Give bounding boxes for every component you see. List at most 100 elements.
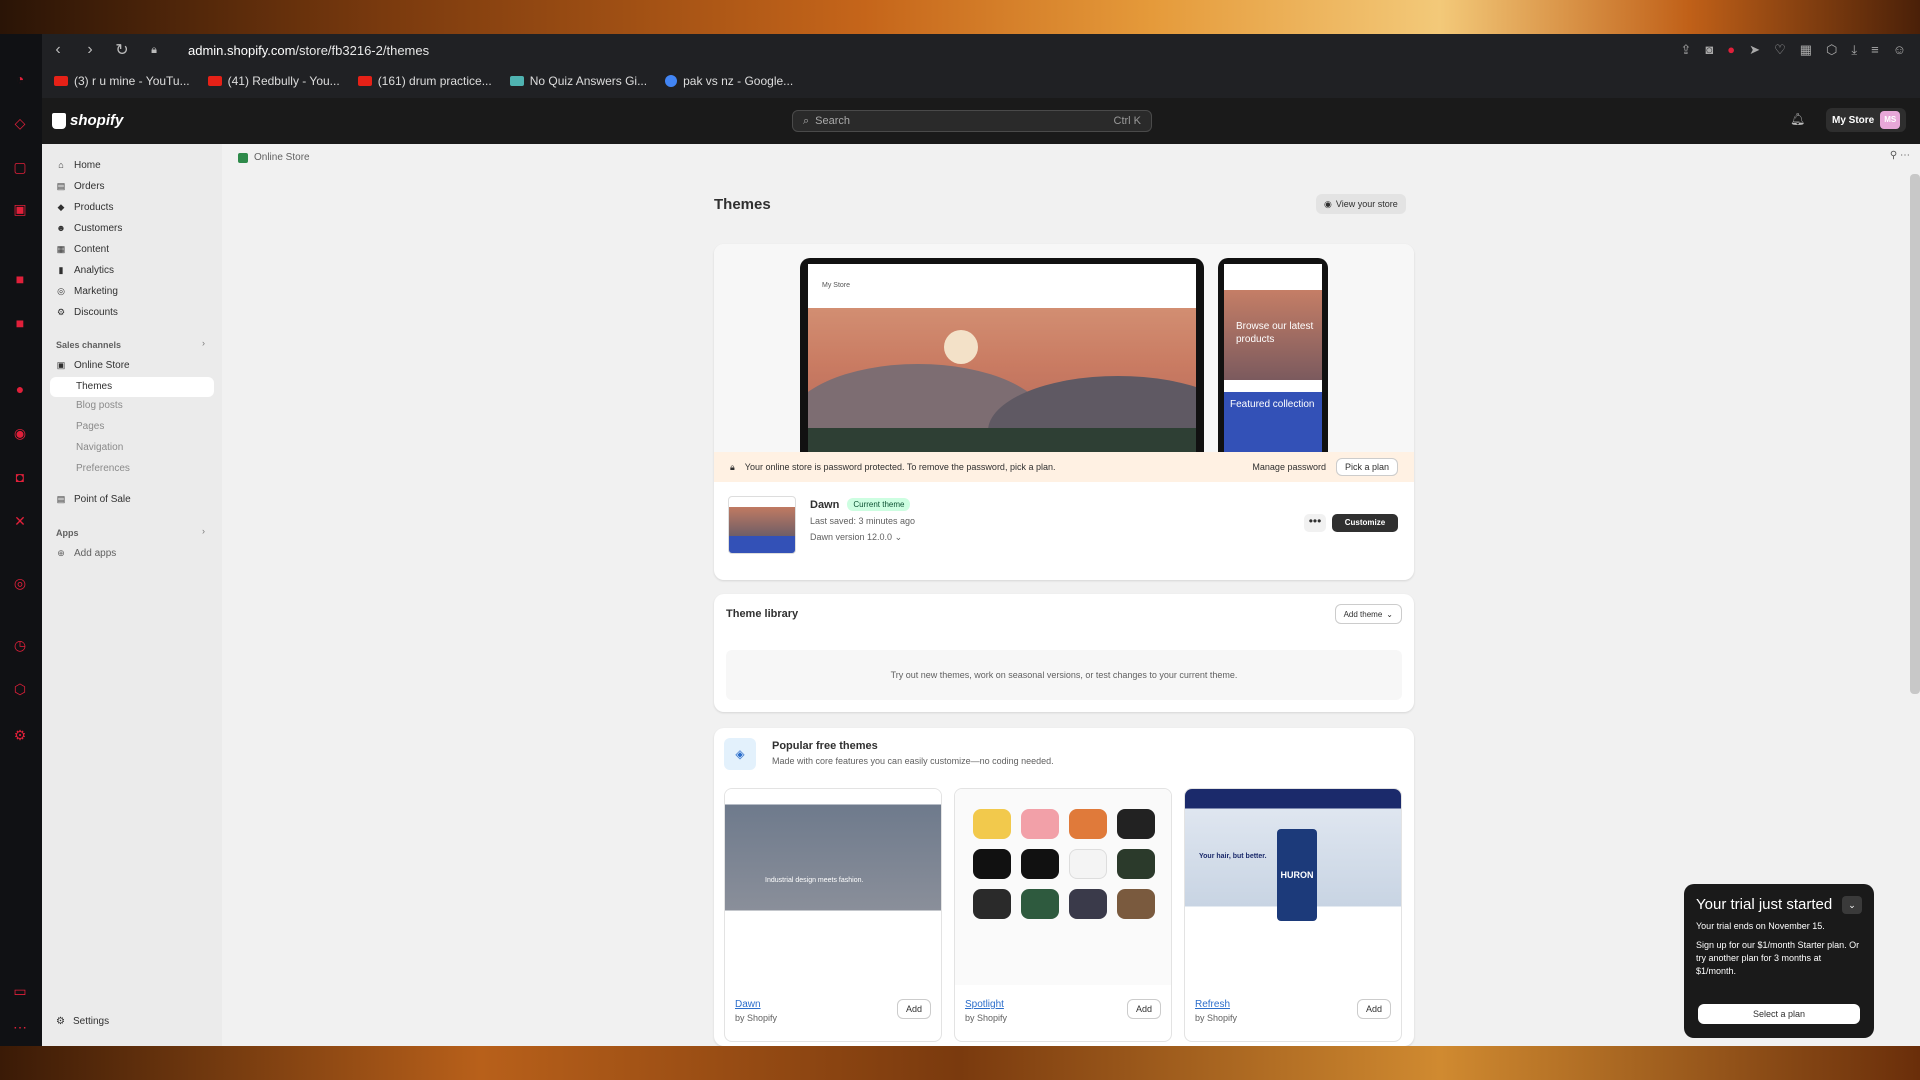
address-bar[interactable]: admin.shopify.com/store/fb3216-2/themes <box>188 43 429 58</box>
whatsapp-icon[interactable]: ◉ <box>11 424 29 442</box>
share-icon[interactable]: ⇪ <box>1681 42 1692 58</box>
sidebar-item-themes[interactable]: Themes <box>50 377 214 397</box>
theme-name-link[interactable]: Refresh <box>1195 999 1230 1010</box>
sidebar-item-marketing[interactable]: ◎ Marketing <box>56 282 118 300</box>
collapse-icon[interactable]: ⌄ <box>1842 896 1862 914</box>
shopping-icon[interactable]: ◇ <box>11 114 29 132</box>
sidebar-item-preferences[interactable]: Preferences <box>76 463 130 474</box>
store-menu[interactable]: My Store MS <box>1826 108 1907 132</box>
search-input[interactable]: ⌕ Search Ctrl K <box>792 110 1152 132</box>
sidebar-item-content[interactable]: ▦ Content <box>56 240 109 258</box>
sidebar-item-products[interactable]: ◆ Products <box>56 198 114 216</box>
scrollbar[interactable] <box>1910 174 1920 694</box>
instagram-icon[interactable]: ◘ <box>11 468 29 486</box>
add-theme-button[interactable]: Add <box>1126 999 1161 1019</box>
view-store-button[interactable]: ◉ View your store <box>1316 194 1406 214</box>
chevron-right-icon[interactable]: › <box>202 526 205 536</box>
pos-icon: ▤ <box>56 493 66 504</box>
theme-version-dropdown[interactable]: Dawn version 12.0.0 ⌄ <box>810 532 902 543</box>
theme-store-icon: ◈ <box>724 738 756 770</box>
heart-icon[interactable]: ♡ <box>1774 42 1786 58</box>
send-icon[interactable]: ➤ <box>1749 42 1760 58</box>
extensions-icon[interactable]: ⬡ <box>11 680 29 698</box>
profile-icon[interactable]: ☺ <box>1893 42 1906 58</box>
theme-card-spotlight[interactable]: Spotlight by Shopify Add <box>954 788 1172 1042</box>
cube-icon[interactable]: ⬡ <box>1826 42 1837 58</box>
chevron-right-icon[interactable]: › <box>202 338 205 348</box>
current-theme-row: Dawn Current theme Last saved: 3 minutes … <box>714 482 1414 580</box>
back-icon[interactable]: ‹ <box>42 41 74 59</box>
camera-icon[interactable]: ◙ <box>1705 42 1713 58</box>
theme-name-link[interactable]: Dawn <box>735 999 761 1010</box>
history-icon[interactable]: ◷ <box>11 636 29 654</box>
more-actions-icon[interactable]: ⚲ ⋯ <box>1890 150 1910 161</box>
last-saved: Last saved: 3 minutes ago <box>810 516 916 526</box>
menu-icon[interactable]: ≡ <box>1871 42 1879 58</box>
chevron-down-icon: ⌄ <box>1386 609 1393 619</box>
add-theme-button[interactable]: Add theme ⌄ <box>1334 604 1402 624</box>
more-icon[interactable]: ⋯ <box>11 1018 29 1036</box>
wallet-icon[interactable]: ▭ <box>11 982 29 1000</box>
vpn-icon[interactable]: ● <box>1727 42 1735 58</box>
opera-sidebar: ◔ ◇ ▢ ▣ ■ ■ ● ◉ ◘ ✕ ◎ ◷ ⬡ ⚙ ▭ ⋯ <box>0 34 42 1046</box>
sidebar-item-analytics[interactable]: ▮ Analytics <box>56 261 115 279</box>
add-theme-button[interactable]: Add <box>1356 999 1391 1019</box>
forward-icon[interactable]: › <box>74 41 106 59</box>
bell-icon[interactable]: 🔔︎ <box>1790 112 1805 126</box>
theme-name-link[interactable]: Spotlight <box>965 999 1004 1010</box>
theme-card-dawn[interactable]: Industrial design meets fashion. Dawn by… <box>724 788 942 1042</box>
calendar-icon[interactable]: ▣ <box>11 200 29 218</box>
shopify-logo[interactable]: shopify <box>52 112 123 129</box>
speed-dial-icon[interactable]: ◔ <box>11 70 29 88</box>
x-twitter-icon[interactable]: ✕ <box>11 512 29 530</box>
player-icon[interactable]: ◎ <box>11 574 29 592</box>
lock-icon: 🔒︎ <box>151 43 157 56</box>
tv-icon[interactable]: ■ <box>11 314 29 332</box>
select-plan-button[interactable]: Select a plan <box>1698 1004 1860 1024</box>
sidebar-item-point-of-sale[interactable]: ▤ Point of Sale <box>56 490 131 508</box>
sidebar-nav: ⌂ Home ▤ Orders ◆ Products ☻ Customers ▦ Cont… <box>42 144 222 1046</box>
bookmark[interactable]: (41) Redbully - You... <box>207 74 340 88</box>
avatar: MS <box>1880 111 1901 129</box>
sidebar-item-settings[interactable]: ⚙ Settings <box>56 1016 109 1027</box>
more-actions-button[interactable]: ••• <box>1304 514 1326 532</box>
sidebar-item-orders[interactable]: ▤ Orders <box>56 177 105 195</box>
messenger-icon[interactable]: ● <box>11 380 29 398</box>
reload-icon[interactable]: ↻ <box>106 40 138 60</box>
sidebar-item-home[interactable]: ⌂ Home <box>56 156 100 174</box>
eye-icon: ◉ <box>1324 198 1332 209</box>
bookmarks-bar: (3) r u mine - YouTu... (41) Redbully - … <box>42 70 793 92</box>
sales-channels-label[interactable]: Sales channels <box>56 340 121 350</box>
sidebar-item-customers[interactable]: ☻ Customers <box>56 219 122 237</box>
theme-card-refresh[interactable]: Your hair, but better. HURON Refresh by … <box>1184 788 1402 1042</box>
extension-icon[interactable]: ▦ <box>1800 42 1812 58</box>
theme-preview-image <box>955 789 1171 985</box>
sidebar-item-online-store[interactable]: ▣ Online Store <box>56 356 130 374</box>
settings-gear-icon[interactable]: ⚙ <box>11 726 29 744</box>
sidebar-item-discounts[interactable]: ⚙ Discounts <box>56 303 118 321</box>
pick-plan-button[interactable]: Pick a plan <box>1335 458 1398 476</box>
add-theme-button[interactable]: Add <box>896 999 931 1019</box>
theme-preview-image: Industrial design meets fashion. <box>725 789 941 985</box>
music-icon[interactable]: ■ <box>11 270 29 288</box>
manage-password-link[interactable]: Manage password <box>1252 462 1326 472</box>
desktop-background-top <box>0 0 1920 34</box>
bookmark[interactable]: (3) r u mine - YouTu... <box>54 74 190 88</box>
download-icon[interactable]: ⤓ <box>1851 42 1857 58</box>
bookmark[interactable]: (161) drum practice... <box>357 74 492 88</box>
phone-mockup: Browse our latest products Featured coll… <box>1218 258 1328 452</box>
current-theme-card: My Store Browse our latest products Feat… <box>714 244 1414 580</box>
popular-subtitle: Made with core features you can easily c… <box>772 756 1054 766</box>
sidebar-item-add-apps[interactable]: ⊕ Add apps <box>56 544 116 562</box>
theme-preview[interactable]: My Store Browse our latest products Feat… <box>714 244 1414 452</box>
online-store-icon <box>238 152 248 163</box>
bookmark[interactable]: No Quiz Answers Gi... <box>509 74 647 88</box>
apps-label[interactable]: Apps <box>56 528 79 538</box>
chat-icon[interactable]: ▢ <box>11 158 29 176</box>
customize-button[interactable]: Customize <box>1332 514 1398 532</box>
bookmark[interactable]: pak vs nz - Google... <box>665 74 793 88</box>
library-empty-state: Try out new themes, work on seasonal ver… <box>726 650 1402 700</box>
sidebar-item-blog-posts[interactable]: Blog posts <box>76 400 123 411</box>
sidebar-item-navigation[interactable]: Navigation <box>76 442 123 453</box>
sidebar-item-pages[interactable]: Pages <box>76 421 104 432</box>
